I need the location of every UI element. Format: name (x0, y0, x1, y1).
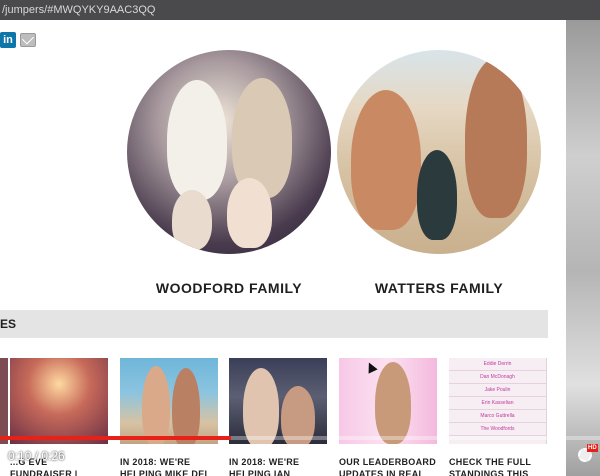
news-card[interactable]: IN 2018: WE'RE HELPING IAN (229, 358, 327, 476)
family-card-woodford[interactable]: WOODFORD FAMILY (124, 50, 334, 296)
news-card-row: ...G EVE FUNDRAISER | #U2018 IN 2018: WE… (0, 358, 566, 476)
news-card[interactable]: IN 2018: WE'RE HELPING MIKE DEL (120, 358, 218, 476)
leaderboard-row: Erin Kasselian (449, 397, 546, 410)
news-card-image[interactable] (229, 358, 327, 444)
news-card-title[interactable]: CHECK THE FULL STANDINGS THIS YEAR (449, 456, 547, 476)
family-photo-woodford[interactable] (127, 50, 331, 254)
linkedin-icon[interactable]: in (0, 32, 16, 48)
news-card-image[interactable] (339, 358, 437, 444)
family-name-woodford: WOODFORD FAMILY (155, 280, 303, 296)
family-name-watters: WATTERS FAMILY (374, 280, 504, 296)
leaderboard-row: Dan McDonagh (449, 371, 546, 384)
news-card-image[interactable] (10, 358, 108, 444)
social-share-bar: in (0, 32, 36, 48)
hd-badge: HD (587, 444, 598, 452)
news-card-title[interactable]: IN 2018: WE'RE HELPING MIKE DEL (120, 456, 218, 476)
adjacent-video-frame (566, 20, 600, 476)
leaderboard-row: Eddie Derrin (449, 358, 546, 371)
leaderboard-row: The Woodfords (449, 423, 546, 436)
leaderboard-thumbnail[interactable]: Eddie Derrin Dan McDonagh Jake Poulin Er… (449, 358, 547, 444)
news-card-title[interactable]: IN 2018: WE'RE HELPING IAN (229, 456, 327, 476)
news-card[interactable]: Eddie Derrin Dan McDonagh Jake Poulin Er… (449, 358, 547, 476)
family-photo-watters[interactable] (337, 50, 541, 254)
page-content: in WOODFORD FAMILY WATTERS FAMILY ES ...… (0, 20, 566, 476)
video-progress-fill (0, 436, 231, 440)
section-header: ES (0, 310, 548, 338)
partial-card-fragment (0, 358, 8, 444)
leaderboard-row: Marco Guttrella (449, 410, 546, 423)
news-card-title[interactable]: OUR LEADERBOARD UPDATES IN REAL (339, 456, 437, 476)
news-card[interactable]: OUR LEADERBOARD UPDATES IN REAL (339, 358, 437, 476)
email-icon[interactable] (20, 33, 36, 47)
leaderboard-row: Jake Poulin (449, 384, 546, 397)
video-time-display: 0:10 / 0:26 (8, 449, 65, 463)
video-progress-bar[interactable] (0, 436, 600, 440)
news-card-image[interactable] (120, 358, 218, 444)
browser-url-bar[interactable]: /jumpers/#MWQYKY9AAC3QQ (0, 0, 600, 20)
family-card-watters[interactable]: WATTERS FAMILY (334, 50, 544, 296)
